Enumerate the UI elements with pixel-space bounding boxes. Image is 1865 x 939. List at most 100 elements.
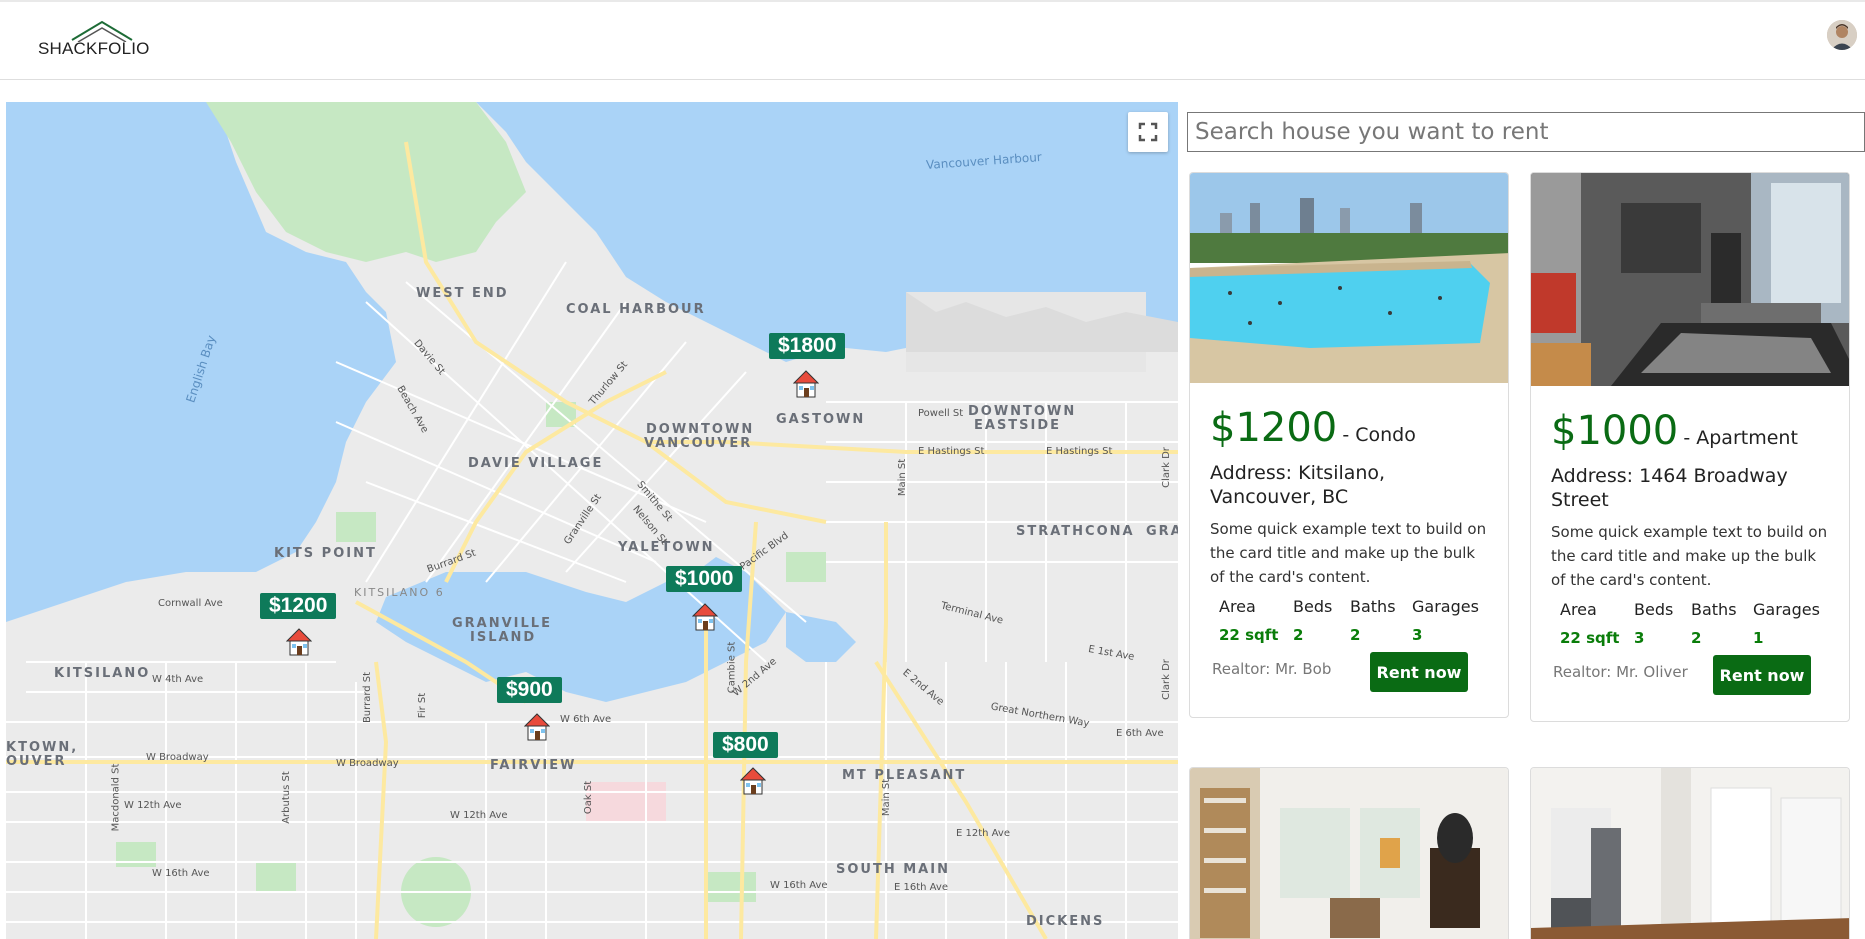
- listing-price: $1200: [1210, 405, 1338, 451]
- map-area-label: KITSILANO 6: [354, 586, 445, 599]
- rent-now-button[interactable]: Rent now: [1370, 652, 1468, 692]
- map-street-label: Burrard St: [362, 671, 374, 724]
- search-input[interactable]: [1187, 112, 1865, 152]
- listing-card[interactable]: $1000 - Apartment Address: 1464 Broadway…: [1530, 172, 1850, 722]
- map-street-label: E 16th Ave: [894, 882, 948, 893]
- map-area-label: GASTOWN: [776, 412, 866, 427]
- map-street-label: W Broadway: [336, 758, 399, 769]
- map-area-label: DOWNTOWN: [646, 422, 755, 437]
- spec-value: 2: [1293, 626, 1304, 644]
- map-street-label: Fir St: [417, 692, 429, 719]
- spec-header: Garages: [1753, 600, 1820, 619]
- map-area-label: GRA: [1146, 524, 1178, 539]
- listing-description: Some quick example text to build on the …: [1210, 520, 1487, 586]
- house-icon[interactable]: [692, 602, 718, 632]
- listing-description: Some quick example text to build on the …: [1551, 523, 1828, 589]
- spec-value: 3: [1412, 626, 1423, 644]
- listing-photo: [1531, 173, 1849, 386]
- map-area-label: VANCOUVER: [644, 436, 753, 451]
- map-price-marker[interactable]: $800: [713, 732, 778, 758]
- map-area-label: DAVIE VILLAGE: [468, 456, 604, 471]
- map-street-label: Clark Dr: [1160, 659, 1172, 700]
- house-icon[interactable]: [740, 766, 766, 796]
- map-area-label: KITS POINT: [274, 546, 377, 561]
- app-logo[interactable]: SHACKFOLIO: [38, 20, 150, 64]
- map-street-label: E Hastings St: [1046, 446, 1113, 457]
- realtor-name: Realtor: Mr. Bob: [1212, 660, 1332, 678]
- map-price-marker[interactable]: $1200: [260, 593, 337, 619]
- spec-header: Area: [1219, 597, 1256, 616]
- user-avatar[interactable]: [1827, 20, 1857, 50]
- map-street-label: E 6th Ave: [1116, 728, 1164, 739]
- listing-photo: [1190, 173, 1508, 383]
- listing-price: $1000: [1551, 408, 1679, 454]
- map-street-label: W Broadway: [146, 752, 209, 763]
- map-area-label: SOUTH MAIN: [836, 862, 950, 877]
- spec-header: Garages: [1412, 597, 1479, 616]
- map-view[interactable]: Vancouver Harbour English Bay WEST END C…: [6, 102, 1178, 939]
- spec-header: Area: [1560, 600, 1597, 619]
- listing-card[interactable]: [1530, 767, 1850, 939]
- map-price-marker[interactable]: $1000: [666, 566, 743, 592]
- listing-card[interactable]: [1189, 767, 1509, 939]
- map-street-label: Arbutus St: [280, 771, 292, 824]
- map-area-label: EASTSIDE: [974, 418, 1062, 433]
- listing-specs: Area Beds Baths Garages 22 sqft 3 2 1: [1551, 600, 1829, 647]
- spec-header: Beds: [1293, 597, 1333, 616]
- map-area-label: GRANVILLE: [452, 616, 552, 631]
- map-area-label: COAL HARBOUR: [566, 302, 706, 317]
- map-street-label: Macdonald St: [110, 763, 122, 832]
- map-street-label: W 16th Ave: [770, 880, 828, 891]
- map-street-label: W 4th Ave: [152, 674, 204, 685]
- listing-type: - Apartment: [1683, 427, 1798, 449]
- top-navbar: SHACKFOLIO: [0, 2, 1865, 80]
- spec-value: 3: [1634, 629, 1645, 647]
- map-street-label: Main St: [881, 778, 893, 817]
- spec-value: 2: [1691, 629, 1702, 647]
- map-street-label: W 12th Ave: [124, 800, 182, 811]
- map-street-label: Main St: [897, 458, 909, 497]
- spec-value: 2: [1350, 626, 1361, 644]
- listing-address: Address: Kitsilano, Vancouver, BC: [1210, 462, 1386, 508]
- map-street-label: W 6th Ave: [560, 714, 612, 725]
- map-street-label: E Hastings St: [918, 446, 985, 457]
- map-street-label: E 12th Ave: [956, 828, 1010, 839]
- house-icon[interactable]: [793, 369, 819, 399]
- map-area-label: DOWNTOWN: [968, 404, 1077, 419]
- map-area-label: STRATHCONA: [1016, 524, 1135, 539]
- map-area-label: KITSILANO: [54, 666, 151, 681]
- fullscreen-button[interactable]: [1128, 112, 1168, 152]
- map-street-label: Clark Dr: [1160, 447, 1172, 488]
- spec-header: Beds: [1634, 600, 1674, 619]
- map-street-label: Oak St: [583, 780, 595, 815]
- map-area-label: DICKENS: [1026, 914, 1105, 929]
- map-area-label: WEST END: [416, 286, 509, 301]
- map-area-label: MT PLEASANT: [842, 768, 967, 783]
- map-street-label: Powell St: [918, 408, 964, 419]
- spec-value: 1: [1753, 629, 1764, 647]
- map-street-label: W 12th Ave: [450, 810, 508, 821]
- map-street-label: Cornwall Ave: [158, 598, 223, 609]
- spec-value: 22 sqft: [1219, 626, 1279, 644]
- spec-value: 22 sqft: [1560, 629, 1620, 647]
- listing-address: Address: 1464 Broadway Street: [1551, 465, 1788, 511]
- house-icon[interactable]: [524, 712, 550, 742]
- fullscreen-icon: [1138, 122, 1158, 142]
- listing-price-line: $1200 - Condo: [1210, 405, 1488, 451]
- listing-specs: Area Beds Baths Garages 22 sqft 2 2 3: [1210, 597, 1488, 644]
- realtor-name: Realtor: Mr. Oliver: [1553, 663, 1688, 681]
- map-price-marker[interactable]: $900: [497, 677, 562, 703]
- listing-type: - Condo: [1342, 424, 1416, 446]
- listing-card[interactable]: $1200 - Condo Address: Kitsilano, Vancou…: [1189, 172, 1509, 718]
- map-area-label: KTOWN,: [6, 740, 79, 755]
- rent-now-button[interactable]: Rent now: [1713, 655, 1811, 695]
- map-area-label: ISLAND: [470, 630, 537, 645]
- listing-photo: [1531, 768, 1849, 939]
- spec-header: Baths: [1691, 600, 1737, 619]
- map-area-label: OUVER: [6, 754, 67, 769]
- house-icon[interactable]: [286, 627, 312, 657]
- map-area-label: FAIRVIEW: [490, 758, 577, 773]
- logo-text: SHACKFOLIO: [38, 39, 150, 58]
- map-price-marker[interactable]: $1800: [769, 333, 846, 359]
- listing-price-line: $1000 - Apartment: [1551, 408, 1829, 454]
